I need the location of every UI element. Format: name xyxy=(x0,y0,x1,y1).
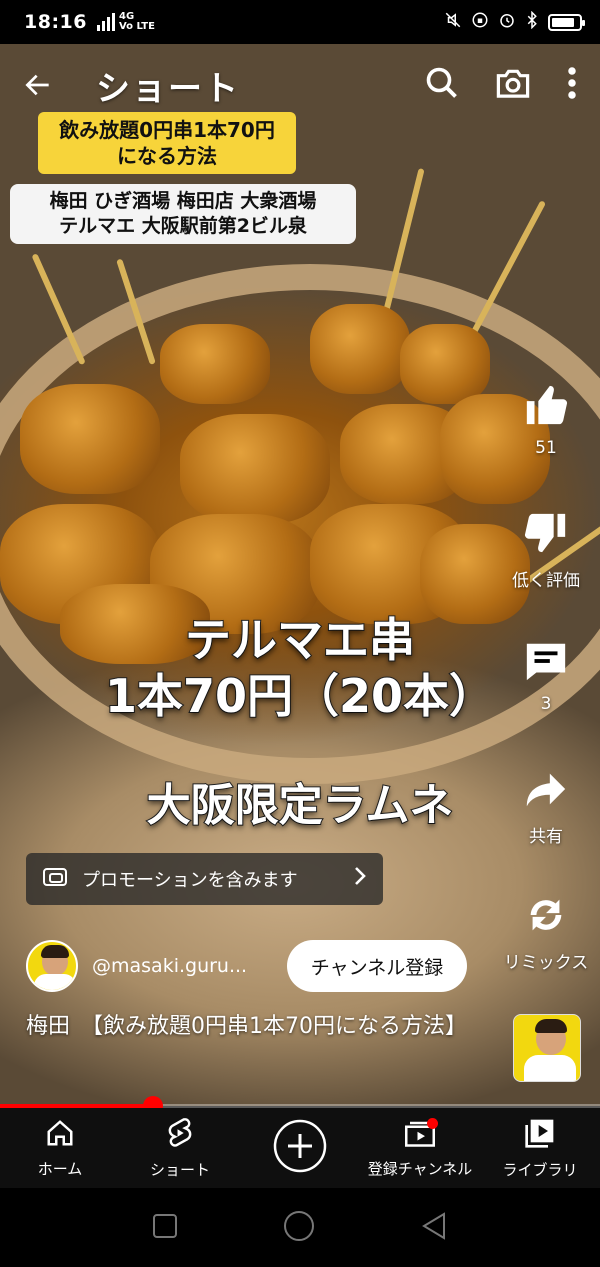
channel-info[interactable]: @masaki.guru... xyxy=(26,940,272,992)
more-vertical-icon[interactable] xyxy=(566,65,578,105)
thumb-up-icon xyxy=(522,382,570,432)
video-scene-skewer-meat xyxy=(20,384,160,494)
share-button[interactable]: 共有 xyxy=(500,766,592,847)
nav-library-label: ライブラリ xyxy=(502,1160,578,1179)
channel-handle[interactable]: @masaki.guru... xyxy=(92,955,272,977)
nav-home[interactable]: ホーム xyxy=(0,1108,120,1188)
video-scene-skewer-meat xyxy=(310,304,410,394)
remix-icon xyxy=(523,892,569,942)
comment-count: 3 xyxy=(540,694,552,714)
video-overlay-text-1: テルマエ串 1本70円（20本） xyxy=(104,612,496,724)
library-icon xyxy=(524,1117,556,1153)
nav-shorts-label: ショート xyxy=(149,1160,210,1179)
nav-home-label: ホーム xyxy=(37,1159,83,1178)
status-bar: 18:16 4G Vo LTE xyxy=(0,0,600,44)
system-navigation xyxy=(0,1188,600,1267)
bottom-navigation: ホーム ショート 登録チャンネル ライブラリ xyxy=(0,1108,600,1188)
video-scene-skewer-meat xyxy=(180,414,330,524)
create-plus-icon xyxy=(272,1118,328,1178)
like-count: 51 xyxy=(535,438,557,458)
video-scene-skewer-meat xyxy=(400,324,490,404)
camera-icon[interactable] xyxy=(494,65,532,105)
video-title[interactable]: 梅田 【飲み放題0円串1本70円になる方法】 xyxy=(26,1012,476,1042)
dislike-button[interactable]: 低く評価 xyxy=(500,510,592,591)
promotion-disclosure[interactable]: プロモーションを含みます xyxy=(26,853,383,905)
nav-create[interactable] xyxy=(240,1108,360,1188)
nav-subscriptions-label: 登録チャンネル xyxy=(367,1159,473,1178)
page-title: ショート xyxy=(96,68,240,109)
comment-icon xyxy=(523,638,569,688)
subscribe-button[interactable]: チャンネル登録 xyxy=(287,940,467,992)
video-caption-top: 飲み放題0円串1本70円 になる方法 xyxy=(38,112,296,174)
promotion-label: プロモーションを含みます xyxy=(82,870,298,891)
chevron-right-icon xyxy=(353,865,367,893)
alarm-icon xyxy=(498,11,516,33)
mute-icon xyxy=(444,11,462,33)
remix-button[interactable]: リミックス xyxy=(500,892,592,973)
sound-thumbnail[interactable] xyxy=(513,1014,581,1082)
video-caption-location: 梅田 ひぎ酒場 梅田店 大衆酒場 テルマエ 大阪駅前第2ビル泉 xyxy=(10,184,356,244)
dislike-label: 低く評価 xyxy=(512,571,580,591)
share-label: 共有 xyxy=(529,827,563,847)
back-button[interactable] xyxy=(420,1211,448,1245)
shorts-icon xyxy=(165,1117,195,1153)
recents-button[interactable] xyxy=(152,1213,178,1243)
comments-button[interactable]: 3 xyxy=(500,638,592,714)
notification-dot xyxy=(427,1118,438,1129)
status-time: 18:16 xyxy=(24,11,87,33)
video-scene-skewer-meat xyxy=(160,324,270,404)
remix-label: リミックス xyxy=(503,953,589,973)
channel-avatar[interactable] xyxy=(26,940,78,992)
home-button[interactable] xyxy=(283,1210,315,1246)
nav-subscriptions[interactable]: 登録チャンネル xyxy=(360,1108,480,1188)
video-overlay-text-2: 大阪限定ラムネ xyxy=(146,779,455,832)
lock-rotation-icon xyxy=(471,11,489,33)
nav-shorts[interactable]: ショート xyxy=(120,1108,240,1188)
like-button[interactable]: 51 xyxy=(500,382,592,458)
thumb-down-icon xyxy=(522,510,570,560)
network-type: 4G Vo LTE xyxy=(118,11,155,32)
nav-library[interactable]: ライブラリ xyxy=(480,1108,600,1188)
promotion-icon xyxy=(42,865,70,894)
battery-icon xyxy=(548,13,585,31)
signal-icon xyxy=(96,13,115,31)
bluetooth-icon xyxy=(525,10,539,33)
home-icon xyxy=(45,1118,75,1152)
back-arrow-icon[interactable] xyxy=(22,63,66,107)
share-arrow-icon xyxy=(523,766,569,816)
search-icon[interactable] xyxy=(424,65,460,105)
